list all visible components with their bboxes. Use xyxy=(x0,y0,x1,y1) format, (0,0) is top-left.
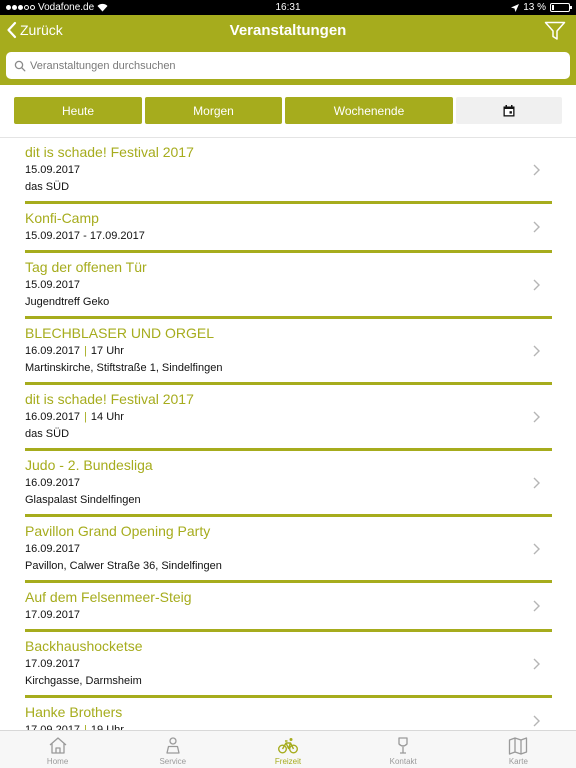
chevron-right-icon xyxy=(533,345,540,356)
event-date: 15.09.2017 - 17.09.2017 xyxy=(25,230,145,242)
event-list-item[interactable]: dit is schade! Festival 2017 15.09.2017 da… xyxy=(25,138,552,204)
map-icon xyxy=(509,737,528,755)
event-list-item[interactable]: Tag der offenen Tür 15.09.2017 Jugendtreff… xyxy=(25,253,552,319)
segment-today[interactable]: Heute xyxy=(14,97,142,124)
event-location: Kirchgasse, Darmsheim xyxy=(25,675,142,687)
tab-label: Karte xyxy=(508,757,528,766)
battery-icon xyxy=(550,3,572,12)
bicycle-icon xyxy=(278,738,298,754)
tab-label: Home xyxy=(46,757,69,766)
navigation-bar: Zurück Veranstaltungen xyxy=(0,15,576,47)
event-location: Glaspalast Sindelfingen xyxy=(25,494,141,506)
event-location: Martinskirche, Stiftstraße 1, Sindelfing… xyxy=(25,362,223,374)
separator: | xyxy=(84,345,87,357)
calendar-button[interactable] xyxy=(456,97,562,124)
search-input[interactable] xyxy=(6,52,570,79)
battery-percent: 13 % xyxy=(523,2,546,13)
event-date-line: 17.09.2017 xyxy=(25,655,552,672)
status-time: 16:31 xyxy=(275,2,301,13)
event-date-line: 16.09.2017 xyxy=(25,540,552,557)
segment-tomorrow[interactable]: Morgen xyxy=(145,97,282,124)
home-icon xyxy=(49,737,67,754)
event-date-line: 15.09.2017 xyxy=(25,276,552,293)
event-list-item[interactable]: Auf dem Felsenmeer-Steig 17.09.2017 xyxy=(25,583,552,632)
event-date: 16.09.2017 xyxy=(25,345,81,357)
event-date-line: 17.09.2017 | 19 Uhr xyxy=(25,721,552,730)
segment-weekend[interactable]: Wochenende xyxy=(285,97,453,124)
date-filter-segments: Heute Morgen Wochenende xyxy=(14,97,563,124)
tab-freizeit[interactable]: Freizeit xyxy=(230,731,345,768)
event-date: 16.09.2017 xyxy=(25,543,81,555)
chevron-right-icon xyxy=(533,600,540,612)
event-date: 15.09.2017 xyxy=(25,279,81,291)
tab-label: Service xyxy=(159,757,187,766)
event-list-item[interactable]: Pavillon Grand Opening Party 16.09.2017 Pa… xyxy=(25,517,552,583)
event-title: dit is schade! Festival 2017 xyxy=(25,391,194,407)
event-title: Tag der offenen Tür xyxy=(25,259,147,275)
tab-karte[interactable]: Karte xyxy=(461,731,576,768)
back-button[interactable]: Zurück xyxy=(6,21,63,39)
event-date: 15.09.2017 xyxy=(25,164,81,176)
event-title: BLECHBLASER UND ORGEL xyxy=(25,325,215,341)
chevron-right-icon xyxy=(533,164,540,175)
event-location: das SÜD xyxy=(25,428,70,440)
event-title: dit is schade! Festival 2017 xyxy=(25,144,194,160)
event-date-line: 15.09.2017 - 17.09.2017 xyxy=(25,227,552,250)
event-date-line: 16.09.2017 xyxy=(25,474,552,491)
tab-service[interactable]: Service xyxy=(115,731,230,768)
tab-label: Freizeit xyxy=(274,757,302,766)
event-location: Pavillon, Calwer Straße 36, Sindelfingen xyxy=(25,560,222,572)
chevron-right-icon xyxy=(533,411,540,422)
event-list-item[interactable]: Backhaushocketse 17.09.2017 Kirchgasse, Da… xyxy=(25,632,552,698)
tab-home[interactable]: Home xyxy=(0,731,115,768)
event-time: 17 Uhr xyxy=(90,345,124,357)
tab-bar: Home Service Freizeit Kontakt Karte xyxy=(0,730,576,768)
search-bar xyxy=(0,47,576,85)
event-time: 14 Uhr xyxy=(90,411,124,423)
event-date: 17.09.2017 xyxy=(25,609,81,621)
event-list-item[interactable]: Konfi-Camp 15.09.2017 - 17.09.2017 xyxy=(25,204,552,253)
status-bar: Vodafone.de 16:31 13 % xyxy=(0,0,576,15)
separator: | xyxy=(84,411,87,423)
status-right: 13 % xyxy=(511,2,572,13)
tab-label: Kontakt xyxy=(389,757,417,766)
event-date: 16.09.2017 xyxy=(25,477,81,489)
event-list-item[interactable]: Judo - 2. Bundesliga 16.09.2017 Glaspalast… xyxy=(25,451,552,517)
event-date-line: 17.09.2017 xyxy=(25,606,552,629)
event-title: Konfi-Camp xyxy=(25,210,99,226)
event-date-line: 15.09.2017 xyxy=(25,161,552,178)
chevron-right-icon xyxy=(533,477,540,488)
event-list-item[interactable]: dit is schade! Festival 2017 16.09.2017 | 1… xyxy=(25,385,552,451)
event-title: Judo - 2. Bundesliga xyxy=(25,457,153,473)
event-title: Auf dem Felsenmeer-Steig xyxy=(25,589,192,605)
event-list: dit is schade! Festival 2017 15.09.2017 da… xyxy=(0,138,576,730)
chevron-right-icon xyxy=(533,543,540,554)
event-list-item[interactable]: BLECHBLASER UND ORGEL 16.09.2017 | 17 Uhr Ma… xyxy=(25,319,552,385)
page-title: Veranstaltungen xyxy=(229,22,347,39)
event-title: Backhaushocketse xyxy=(25,638,143,654)
tab-kontakt[interactable]: Kontakt xyxy=(346,731,461,768)
filter-icon[interactable] xyxy=(544,21,566,41)
event-date: 17.09.2017 xyxy=(25,658,81,670)
event-list-item[interactable]: Hanke Brothers 17.09.2017 | 19 Uhr xyxy=(25,698,552,730)
event-date-line: 16.09.2017 | 17 Uhr xyxy=(25,342,552,359)
chevron-right-icon xyxy=(533,715,540,727)
calendar-icon xyxy=(503,104,515,116)
event-date-line: 16.09.2017 | 14 Uhr xyxy=(25,408,552,425)
event-title: Pavillon Grand Opening Party xyxy=(25,523,211,539)
microphone-icon xyxy=(398,737,408,754)
event-title: Hanke Brothers xyxy=(25,704,123,720)
chevron-left-icon xyxy=(7,21,17,39)
event-date: 16.09.2017 xyxy=(25,411,81,423)
chevron-right-icon xyxy=(533,221,540,233)
person-icon xyxy=(166,737,180,754)
chevron-right-icon xyxy=(533,658,540,669)
chevron-right-icon xyxy=(533,279,540,290)
event-location: das SÜD xyxy=(25,181,70,193)
location-arrow-icon xyxy=(511,3,520,12)
back-button-label: Zurück xyxy=(20,22,63,38)
event-location: Jugendtreff Geko xyxy=(25,296,110,308)
